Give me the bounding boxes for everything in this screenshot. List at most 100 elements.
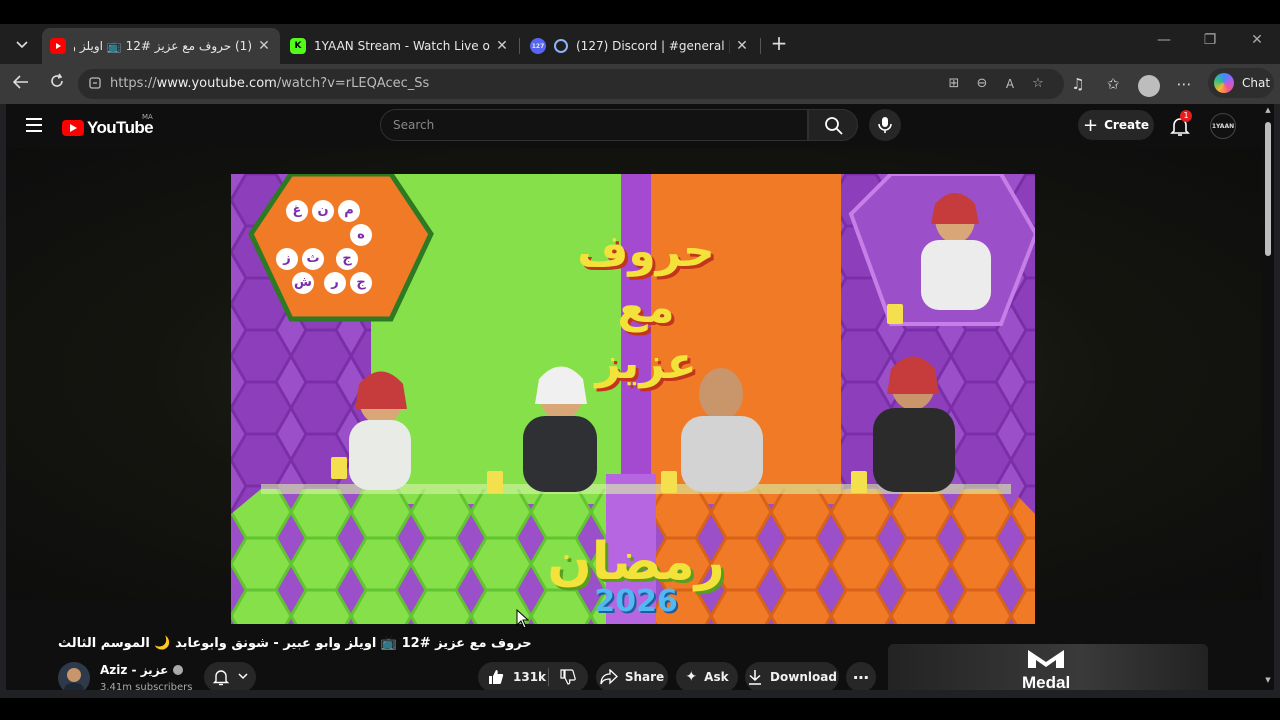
youtube-logo[interactable]: YouTube [62, 118, 154, 138]
channel-name-text: Aziz - عزيز [100, 663, 169, 677]
video-title: حروف مع عزيز #12 📺 اويلز وابو عبير - شون… [58, 636, 532, 651]
like-button[interactable] [488, 669, 504, 685]
mouse-cursor-icon [516, 609, 530, 629]
channel-name[interactable]: Aziz - عزيز [100, 663, 184, 677]
profile-avatar-icon[interactable] [1138, 75, 1160, 97]
download-label: Download [770, 670, 837, 684]
subscriber-count: 3.41m subscribers [100, 682, 193, 690]
url-text[interactable]: https://www.youtube.com/watch?v=rLEQAcec… [110, 76, 429, 91]
search-input[interactable]: Search [380, 109, 808, 141]
like-dislike-group: 131k [478, 662, 588, 690]
dislike-button[interactable] [560, 669, 576, 688]
tab-search-button[interactable] [8, 32, 36, 58]
video-player[interactable]: م ن غ ه ز ث ج ج ر ش حروف مع عزيز رمضان 2… [6, 148, 1262, 624]
like-divider [548, 668, 549, 686]
channel-avatar[interactable] [58, 662, 90, 690]
menu-icon[interactable] [26, 118, 42, 132]
youtube-play-icon [62, 120, 84, 136]
bottom-letterbox [0, 698, 1280, 720]
medal-brand-text: Medal [1022, 673, 1071, 690]
plus-icon: + [1083, 114, 1099, 136]
discord-icon: 127 [530, 38, 546, 54]
share-button[interactable]: Share [596, 662, 668, 690]
board-letter: ن [312, 200, 334, 222]
tab-divider [760, 38, 761, 54]
create-label: Create [1104, 118, 1149, 132]
close-tab-icon[interactable]: ✕ [494, 38, 510, 54]
download-button[interactable]: Download [745, 662, 839, 690]
search-placeholder: Search [393, 118, 435, 132]
medal-logo-icon [1028, 650, 1064, 668]
apps-icon[interactable]: ⊞ [944, 74, 964, 94]
close-window-button[interactable]: ✕ [1242, 32, 1272, 48]
board-letter: ج [336, 248, 358, 270]
notification-badge: 1 [1180, 110, 1192, 122]
board-letter: غ [286, 200, 308, 222]
board-letter: ش [292, 272, 314, 294]
navigation-bar: https://www.youtube.com/watch?v=rLEQAcec… [0, 64, 1280, 104]
tab-title: (127) Discord | #general | 1YAAN [576, 39, 730, 53]
sparkle-icon: ✦ [685, 669, 698, 685]
account-avatar[interactable]: 1YAAN [1210, 113, 1236, 139]
medal-ad-card[interactable]: Medal [888, 644, 1208, 690]
thumbs-down-icon [560, 669, 576, 685]
minimize-button[interactable]: — [1149, 32, 1179, 48]
page-scrollbar[interactable]: ▲ ▼ [1262, 104, 1274, 690]
channel-avatar-image [64, 668, 84, 690]
board-letter: ج [350, 272, 372, 294]
address-bar[interactable]: https://www.youtube.com/watch?v=rLEQAcec… [78, 69, 1064, 99]
site-info-icon[interactable] [88, 76, 102, 90]
close-tab-icon[interactable]: ✕ [256, 38, 272, 54]
board-letter: ه [350, 224, 372, 246]
favorite-star-icon[interactable]: ☆ [1028, 74, 1048, 94]
logo-text: YouTube [87, 118, 154, 137]
tab-discord[interactable]: 127 (127) Discord | #general | 1YAAN ✕ [522, 28, 758, 64]
create-button[interactable]: + Create [1078, 110, 1154, 140]
thumbs-up-icon [489, 670, 504, 684]
account-label: 1YAAN [1211, 122, 1235, 130]
more-menu-icon[interactable]: ⋯ [1172, 72, 1196, 96]
board-letter: م [338, 200, 360, 222]
year-text: 2026 [594, 584, 678, 619]
ask-button[interactable]: ✦ Ask [676, 662, 738, 690]
download-icon [749, 670, 762, 685]
board-letter: ث [302, 248, 324, 270]
search-button[interactable] [808, 109, 858, 141]
show-logo: حروف مع عزيز [577, 226, 715, 389]
share-icon [600, 669, 618, 685]
board-letter: ر [324, 272, 346, 294]
season-text: رمضان [547, 532, 725, 592]
scroll-down-arrow[interactable]: ▼ [1263, 676, 1273, 684]
audio-playing-icon [554, 39, 568, 53]
new-tab-button[interactable]: + [768, 32, 790, 56]
voice-search-button[interactable] [869, 109, 901, 141]
tab-title: (1) حروف مع عزيز #12 📺 اويلز وابو [74, 39, 252, 53]
video-frame[interactable]: م ن غ ه ز ث ج ج ر ش حروف مع عزيز رمضان 2… [231, 174, 1035, 624]
read-aloud-icon[interactable]: A [1000, 74, 1020, 94]
share-label: Share [624, 670, 665, 684]
scroll-up-arrow[interactable]: ▲ [1263, 106, 1273, 114]
youtube-page: YouTube MA Search + Create 1 1YAAN م ن غ… [6, 104, 1274, 690]
scroll-thumb[interactable] [1265, 122, 1271, 256]
subscription-bell-button[interactable] [204, 662, 256, 690]
tab-youtube[interactable]: (1) حروف مع عزيز #12 📺 اويلز وابو ✕ [42, 28, 280, 64]
copilot-chat-button[interactable]: Chat [1208, 68, 1274, 98]
like-count: 131k [513, 670, 547, 684]
verified-icon [173, 665, 184, 675]
close-tab-icon[interactable]: ✕ [734, 38, 750, 54]
browser-essentials-icon[interactable]: ♫ [1066, 72, 1090, 96]
more-actions-button[interactable]: ⋯ [846, 662, 876, 690]
more-horizontal-icon: ⋯ [853, 667, 869, 687]
ask-label: Ask [704, 670, 729, 684]
zoom-icon[interactable]: ⊖ [972, 74, 992, 94]
tab-divider [519, 38, 520, 54]
favorites-icon[interactable]: ✩ [1101, 72, 1125, 96]
tab-title: 1YAAN Stream - Watch Live on Kick [314, 39, 490, 53]
letter-board: م ن غ ه ز ث ج ج ر ش [276, 196, 416, 306]
back-button[interactable] [8, 72, 34, 96]
copilot-icon [1214, 73, 1234, 93]
tab-kick[interactable]: K 1YAAN Stream - Watch Live on Kick ✕ [282, 28, 518, 64]
reload-button[interactable] [44, 72, 70, 96]
restore-button[interactable]: ❐ [1195, 32, 1225, 48]
youtube-icon [50, 38, 66, 54]
